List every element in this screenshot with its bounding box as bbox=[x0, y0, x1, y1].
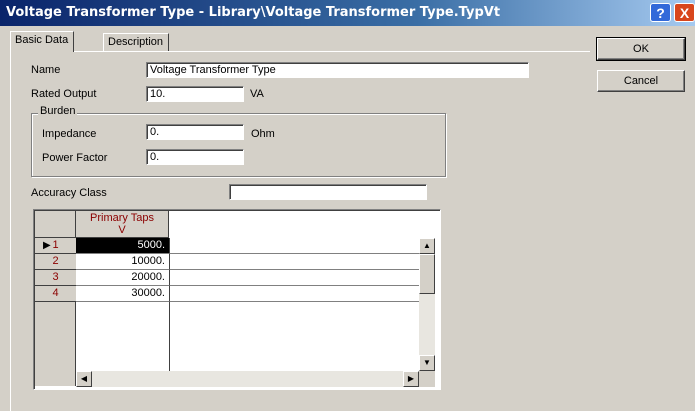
tab-description[interactable]: Description bbox=[103, 33, 170, 51]
impedance-label: Impedance bbox=[42, 128, 97, 140]
tab-description-label: Description bbox=[108, 36, 164, 48]
table-row[interactable]: ▶ 1 5000. bbox=[35, 238, 435, 254]
tab-basic-data[interactable]: Basic Data bbox=[10, 31, 75, 52]
scroll-down-icon[interactable]: ▼ bbox=[419, 355, 435, 371]
column-header-title: Primary Taps bbox=[90, 212, 154, 224]
impedance-unit: Ohm bbox=[251, 128, 275, 140]
primary-tap-cell[interactable]: 10000. bbox=[76, 254, 170, 270]
tab-basic-data-label: Basic Data bbox=[15, 34, 69, 46]
burden-group-title: Burden bbox=[38, 105, 78, 117]
row-number: 1 bbox=[52, 239, 59, 251]
impedance-field[interactable]: 0. bbox=[146, 124, 244, 140]
help-icon[interactable]: ? bbox=[650, 3, 671, 22]
row-number: 2 bbox=[52, 255, 59, 267]
grid-corner bbox=[35, 211, 76, 238]
window-title: Voltage Transformer Type - Library\Volta… bbox=[6, 5, 501, 20]
vertical-scrollbar[interactable]: ▲ ▼ bbox=[419, 238, 435, 371]
row-header[interactable]: 2 bbox=[35, 254, 76, 270]
column-header-unit: V bbox=[118, 224, 126, 236]
scroll-up-icon[interactable]: ▲ bbox=[419, 238, 435, 254]
scroll-left-icon[interactable]: ◀ bbox=[76, 371, 92, 387]
rated-output-label: Rated Output bbox=[31, 88, 97, 100]
title-bar: Voltage Transformer Type - Library\Volta… bbox=[0, 0, 695, 26]
row-number: 3 bbox=[52, 271, 59, 283]
ok-button[interactable]: OK bbox=[596, 37, 686, 61]
row-header[interactable]: 4 bbox=[35, 286, 76, 302]
current-row-icon: ▶ bbox=[43, 240, 51, 251]
row-header[interactable]: ▶ 1 bbox=[35, 238, 76, 254]
horizontal-scroll-track[interactable] bbox=[92, 371, 403, 387]
power-factor-label: Power Factor bbox=[42, 152, 108, 164]
empty-cell bbox=[170, 238, 420, 254]
table-row[interactable]: 3 20000. bbox=[35, 270, 435, 286]
name-field[interactable]: Voltage Transformer Type bbox=[146, 62, 529, 78]
close-icon[interactable]: X bbox=[674, 3, 695, 22]
primary-tap-cell[interactable]: 30000. bbox=[76, 286, 170, 302]
primary-taps-grid[interactable]: Primary Taps V ▶ 1 5000. 2 10000. 3 2000… bbox=[33, 209, 441, 390]
row-header[interactable]: 3 bbox=[35, 270, 76, 286]
horizontal-scrollbar[interactable]: ◀ ▶ bbox=[76, 371, 419, 387]
row-number: 4 bbox=[52, 287, 59, 299]
scroll-corner bbox=[419, 371, 435, 387]
power-factor-field[interactable]: 0. bbox=[146, 149, 244, 165]
burden-groupbox bbox=[31, 113, 446, 177]
rated-output-unit: VA bbox=[250, 88, 264, 100]
table-row[interactable]: 4 30000. bbox=[35, 286, 435, 302]
table-row[interactable]: 2 10000. bbox=[35, 254, 435, 270]
empty-cell bbox=[170, 270, 420, 286]
column-header-primary-taps[interactable]: Primary Taps V bbox=[76, 211, 169, 238]
scroll-right-icon[interactable]: ▶ bbox=[403, 371, 419, 387]
accuracy-class-field[interactable] bbox=[229, 184, 427, 200]
vertical-scroll-thumb[interactable] bbox=[419, 254, 435, 294]
primary-tap-cell[interactable]: 5000. bbox=[76, 238, 170, 254]
rated-output-field[interactable]: 10. bbox=[146, 86, 244, 102]
accuracy-class-label: Accuracy Class bbox=[31, 187, 107, 199]
primary-tap-cell[interactable]: 20000. bbox=[76, 270, 170, 286]
cancel-button[interactable]: Cancel bbox=[597, 70, 685, 92]
name-label: Name bbox=[31, 64, 61, 76]
empty-cell bbox=[170, 286, 420, 302]
empty-cell bbox=[170, 254, 420, 270]
